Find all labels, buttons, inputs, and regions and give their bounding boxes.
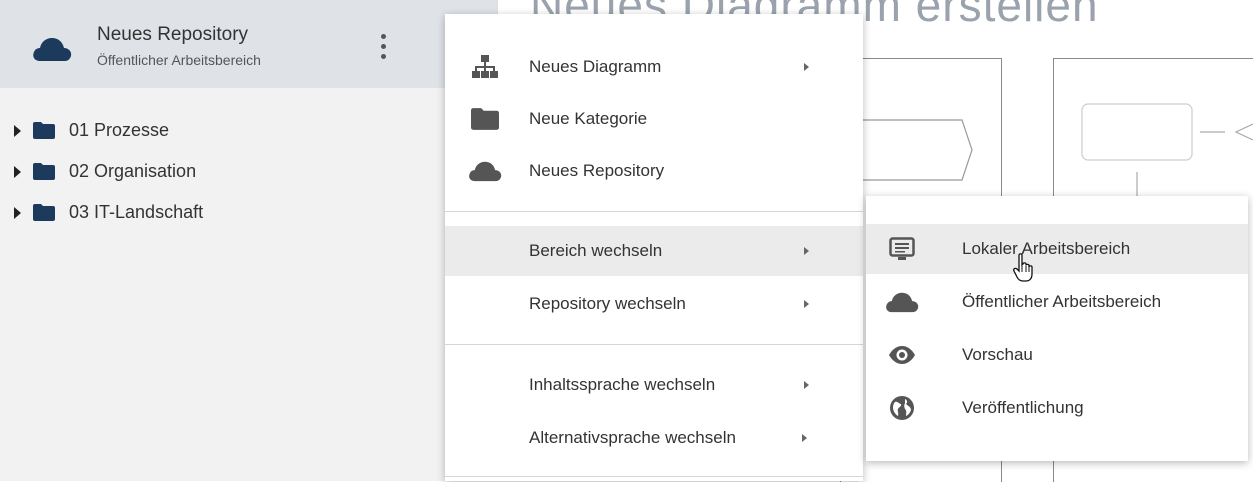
menu-divider <box>445 476 863 477</box>
submenu-item-preview[interactable]: Vorschau <box>866 330 1248 380</box>
submenu-arrow-icon <box>804 381 809 389</box>
submenu-arrow-icon <box>802 434 807 442</box>
menu-item-label: Alternativsprache wechseln <box>529 428 736 447</box>
cloud-icon <box>467 156 503 186</box>
hierarchy-icon <box>467 52 503 82</box>
submenu-arrow-icon <box>804 247 809 255</box>
menu-item-label: Repository wechseln <box>529 294 686 313</box>
cloud-icon <box>884 287 920 317</box>
submenu-item-label: Lokaler Arbeitsbereich <box>962 239 1131 258</box>
menu-divider <box>445 211 863 212</box>
submenu-item-label: Öffentlicher Arbeitsbereich <box>962 292 1162 311</box>
submenu-item-label: Vorschau <box>962 345 1033 364</box>
menu-divider <box>445 344 863 345</box>
globe-icon <box>884 393 920 423</box>
switch-area-submenu: Lokaler Arbeitsbereich Öffentlicher Arbe… <box>866 196 1248 461</box>
submenu-arrow-icon <box>804 63 809 71</box>
menu-item-label: Inhaltssprache wechseln <box>529 375 716 394</box>
menu-item-label: Neue Kategorie <box>529 109 648 128</box>
menu-item-switch-area[interactable]: Bereich wechseln <box>445 226 863 276</box>
hand-cursor-icon <box>1013 253 1033 282</box>
eye-icon <box>884 340 920 370</box>
menu-item-switch-alternative-language[interactable]: Alternativsprache wechseln <box>445 413 863 463</box>
menu-item-label: Neues Repository <box>529 161 665 180</box>
menu-item-new-repository[interactable]: Neues Repository <box>445 146 863 196</box>
list-icon <box>884 234 920 264</box>
repository-context-menu: Neues Diagramm Neue Kategorie Neues Repo… <box>445 14 863 481</box>
menu-item-label: Bereich wechseln <box>529 241 663 260</box>
menu-item-label: Neues Diagramm <box>529 57 662 76</box>
submenu-arrow-icon <box>804 300 809 308</box>
folder-icon <box>467 104 503 134</box>
submenu-item-local-workspace[interactable]: Lokaler Arbeitsbereich <box>866 224 1248 274</box>
submenu-item-public-workspace[interactable]: Öffentlicher Arbeitsbereich <box>866 277 1248 327</box>
menu-item-new-diagram[interactable]: Neues Diagramm <box>445 42 863 92</box>
submenu-item-label: Veröffentlichung <box>962 398 1084 417</box>
menu-item-new-category[interactable]: Neue Kategorie <box>445 94 863 144</box>
menu-item-switch-content-language[interactable]: Inhaltssprache wechseln <box>445 360 863 410</box>
menu-item-switch-repository[interactable]: Repository wechseln <box>445 279 863 329</box>
submenu-item-publication[interactable]: Veröffentlichung <box>866 383 1248 433</box>
